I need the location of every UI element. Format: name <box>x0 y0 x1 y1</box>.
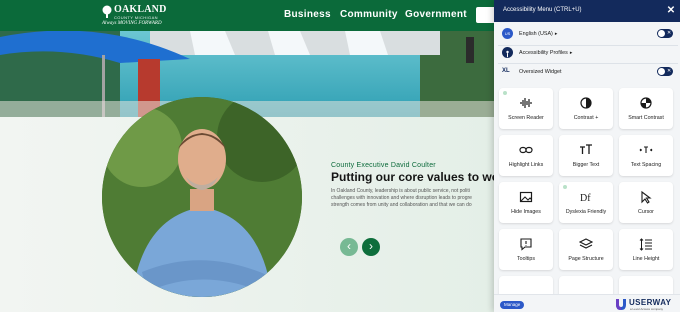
logo-tagline: Always MOVING FORWARD <box>102 21 162 26</box>
oversized-widget-toggle[interactable]: ✕ <box>657 67 673 76</box>
accessibility-menu-footer: Manage USERWAY a Level Access company <box>494 294 680 312</box>
oakland-county-logo[interactable]: OAKLAND COUNTY MICHIGAN Always MOVING FO… <box>100 3 166 27</box>
toggle-knob <box>658 30 665 37</box>
caret-right-icon: ▸ <box>554 31 558 37</box>
county-executive-portrait <box>102 97 302 297</box>
accessibility-menu-title: Accessibility Menu (CTRL+U) <box>503 7 582 13</box>
image-icon <box>519 191 533 203</box>
feature-body-line: In Oakland County, leadership is about p… <box>331 188 470 194</box>
tile-label: Line Height <box>632 256 660 262</box>
tile-text-spacing[interactable]: Text Spacing <box>619 135 673 176</box>
feature-headline: Putting our core values to work <box>331 170 494 184</box>
screen-reader-icon <box>520 98 532 108</box>
text-size-icon <box>580 144 592 154</box>
svg-text:Df: Df <box>580 193 591 204</box>
pool-scene-image <box>0 31 494 117</box>
tile-label: Hide Images <box>511 209 541 215</box>
link-icon <box>519 146 533 154</box>
carousel-next-button[interactable]: › <box>362 238 380 256</box>
accessibility-profiles-row[interactable]: Accessibility Profiles ▸ <box>498 44 680 62</box>
userway-brand: USERWAY <box>629 298 672 307</box>
profiles-label: Accessibility Profiles <box>519 50 568 56</box>
oversized-widget-label: Oversized Widget <box>519 69 562 75</box>
feature-body-line: challenges with innovation and where dis… <box>331 195 472 201</box>
tile-contrast[interactable]: Contrast + <box>559 88 613 129</box>
toggle-knob <box>658 68 665 75</box>
tile-bigger-text[interactable]: Bigger Text <box>559 135 613 176</box>
tile-hide-images[interactable]: Hide Images <box>499 182 553 223</box>
feature-kicker: County Executive David Coulter <box>331 162 436 169</box>
tile-tooltips[interactable]: Tooltips <box>499 229 553 270</box>
tree-logo-icon <box>102 5 112 18</box>
language-toggle[interactable]: ✕ <box>657 29 673 38</box>
portrait-photo <box>102 97 302 297</box>
tile-smart-contrast[interactable]: Smart Contrast <box>619 88 673 129</box>
manage-button[interactable]: Manage <box>500 301 525 309</box>
tile-label: Page Structure <box>568 256 604 262</box>
contrast-icon <box>580 97 592 109</box>
tile-label: Highlight Links <box>508 162 544 168</box>
tile-highlight-links[interactable]: Highlight Links <box>499 135 553 176</box>
hero-image <box>0 31 494 117</box>
nav-community[interactable]: Community <box>340 9 398 20</box>
feature-body-line: strength comes from unity and collaborat… <box>331 202 472 208</box>
us-flag-icon: US <box>502 28 513 39</box>
nav-business[interactable]: Business <box>284 9 331 20</box>
tile-page-structure[interactable]: Page Structure <box>559 229 613 270</box>
tile-label: Smart Contrast <box>628 115 664 121</box>
xl-icon: XL <box>502 68 510 74</box>
feature-body: In Oakland County, leadership is about p… <box>331 188 494 212</box>
userway-brand-sub: a Level Access company <box>630 307 664 311</box>
tile-dyslexia-friendly[interactable]: Df Dyslexia Friendly <box>559 182 613 223</box>
userway-logo-icon <box>616 299 626 310</box>
accessibility-person-icon <box>502 47 513 58</box>
text-spacing-icon <box>639 146 653 153</box>
dyslexia-icon: Df <box>580 193 591 204</box>
tile-label: Bigger Text <box>572 162 600 168</box>
toggle-off-icon: ✕ <box>667 68 672 74</box>
layers-icon <box>579 238 593 249</box>
accessibility-menu-header: Accessibility Menu (CTRL+U) ✕ <box>494 0 680 22</box>
accessibility-menu-panel: Accessibility Menu (CTRL+U) ✕ US English… <box>494 0 680 312</box>
logo-wordmark: OAKLAND <box>114 4 167 15</box>
tile-cursor[interactable]: Cursor <box>619 182 673 223</box>
toggle-off-icon: ✕ <box>667 30 672 36</box>
logo-subtitle: COUNTY MICHIGAN <box>114 15 158 20</box>
tile-label: Contrast + <box>573 115 599 121</box>
line-height-icon <box>639 238 652 251</box>
caret-right-icon: ▸ <box>569 50 573 56</box>
tile-label: Screen Reader <box>508 115 544 121</box>
chevron-right-icon: › <box>369 239 373 253</box>
language-selector[interactable]: US English (USA) ▸ ✕ <box>498 25 680 43</box>
tooltip-icon <box>520 238 532 251</box>
tile-label: Text Spacing <box>630 162 662 168</box>
profiles-label-group: Accessibility Profiles ▸ <box>519 50 572 56</box>
smart-contrast-icon <box>640 97 652 109</box>
carousel-prev-button[interactable]: ‹ <box>340 238 358 256</box>
active-dot <box>563 185 567 189</box>
oversized-widget-row[interactable]: XL Oversized Widget ✕ <box>498 63 680 81</box>
language-label: English (USA) <box>519 31 553 37</box>
nav-government[interactable]: Government <box>405 9 467 20</box>
language-label-group: English (USA) ▸ <box>519 31 557 37</box>
tile-label: Dyslexia Friendly <box>565 209 607 215</box>
tile-label: Tooltips <box>517 256 535 262</box>
tile-line-height[interactable]: Line Height <box>619 229 673 270</box>
tile-screen-reader[interactable]: Screen Reader <box>499 88 553 129</box>
active-dot <box>503 91 507 95</box>
cursor-icon <box>641 190 652 204</box>
close-icon[interactable]: ✕ <box>665 5 677 17</box>
chevron-left-icon: ‹ <box>347 239 351 253</box>
tile-label: Cursor <box>638 209 654 215</box>
